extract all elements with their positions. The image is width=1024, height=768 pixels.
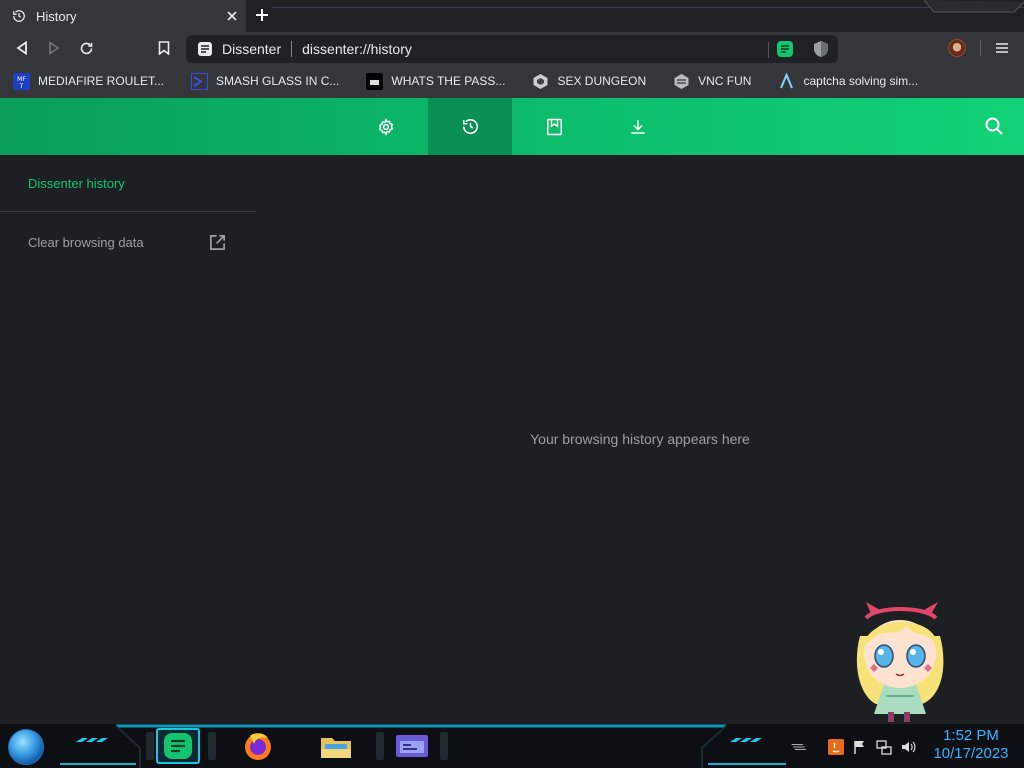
dissenter-site-icon	[198, 42, 212, 56]
address-separator	[291, 41, 293, 57]
bookmark-item[interactable]: MF T MEDIAFIRE ROULET...	[0, 64, 164, 98]
bookmark-outline-icon	[158, 41, 170, 55]
close-icon[interactable]	[224, 8, 240, 24]
tray-overflow-icon[interactable]	[790, 739, 806, 755]
dissenter-extension-icon[interactable]	[776, 40, 794, 58]
hamburger-menu-icon	[996, 43, 1008, 53]
address-bar[interactable]: Dissenter dissenter://history	[186, 35, 838, 63]
start-button[interactable]	[8, 729, 44, 765]
back-arrow-icon	[16, 41, 27, 55]
dissenter-app-icon	[164, 733, 192, 759]
forward-arrow-icon	[49, 41, 60, 55]
taskbar-app-file-explorer[interactable]	[314, 728, 358, 764]
bookmark-item[interactable]: VNC FUN	[660, 64, 751, 98]
bookmark-item[interactable]: SEX DUNGEON	[519, 64, 646, 98]
clock-date: 10/17/2023	[933, 745, 1009, 762]
download-icon	[631, 119, 645, 134]
bookmark-label: WHATS THE PASS...	[391, 74, 506, 88]
history-icon	[12, 9, 26, 23]
bookmark-item[interactable]: captcha solving sim...	[765, 64, 918, 98]
profile-avatar[interactable]	[948, 39, 966, 57]
bookmark-label: SEX DUNGEON	[557, 74, 647, 88]
window-corner-decoration	[924, 0, 1024, 13]
volume-icon[interactable]	[900, 739, 916, 755]
cartoon-girl-mascot-image	[856, 602, 944, 722]
sidebar-title-link[interactable]: Dissenter history	[28, 176, 125, 191]
vnc-icon	[673, 73, 690, 90]
bookmark-page-button[interactable]	[154, 38, 174, 58]
external-link-icon	[210, 234, 225, 250]
lambda-icon	[778, 72, 795, 90]
bookmark-item[interactable]: SMASH GLASS IN C...	[178, 64, 339, 98]
taskbar-clock[interactable]: 1:52 PM 10/17/2023	[926, 727, 1016, 763]
menu-button[interactable]	[992, 38, 1012, 58]
bookmark-label: MEDIAFIRE ROULET...	[38, 74, 165, 88]
nav-history[interactable]	[428, 98, 512, 155]
system-tray	[790, 732, 916, 762]
clear-browsing-data-label: Clear browsing data	[28, 234, 144, 250]
url-text[interactable]: dissenter://history	[302, 41, 412, 57]
bookmark-item[interactable]: WHATS THE PASS...	[353, 64, 505, 98]
forward-button[interactable]	[44, 38, 64, 58]
reload-icon	[80, 42, 92, 54]
site-name: Dissenter	[222, 41, 282, 57]
nav-bookmarks[interactable]	[512, 98, 596, 155]
mediafire-icon: MF T	[13, 72, 30, 90]
tabstrip-accent-line	[272, 7, 1024, 8]
gear-icon	[378, 117, 394, 136]
history-icon	[462, 119, 478, 135]
bookmark-label: captcha solving sim...	[803, 74, 919, 88]
new-tab-button[interactable]	[251, 4, 273, 26]
nav-settings[interactable]	[344, 98, 428, 155]
nav-downloads[interactable]	[596, 98, 680, 155]
network-icon[interactable]	[876, 739, 892, 755]
extensions-separator	[768, 42, 769, 58]
tab-title: History	[36, 8, 77, 24]
chevron-icon	[191, 72, 209, 90]
browser-toolbar: Dissenter dissenter://history	[0, 32, 1024, 64]
firefox-icon	[245, 733, 271, 760]
reload-button[interactable]	[76, 38, 96, 58]
back-button[interactable]	[12, 38, 32, 58]
bookmarks-bar: MF T MEDIAFIRE ROULET... SMASH GLASS IN C…	[0, 64, 1024, 98]
app-window-icon	[396, 735, 428, 757]
toolbar-divider	[980, 40, 981, 56]
empty-history-message: Your browsing history appears here	[530, 431, 750, 447]
clear-browsing-data-link[interactable]: Clear browsing data	[28, 232, 226, 252]
svg-text:T: T	[19, 83, 24, 90]
action-center-flag-icon[interactable]	[852, 739, 868, 755]
folder-icon	[321, 738, 351, 758]
clock-time: 1:52 PM	[943, 727, 999, 744]
sidebar-divider	[0, 211, 256, 212]
history-sidebar: Dissenter history Clear browsing data	[0, 155, 256, 715]
shield-icon[interactable]	[812, 40, 830, 58]
taskbar-app-firefox[interactable]	[236, 728, 280, 764]
windows-taskbar: 1:52 PM 10/17/2023	[0, 724, 1024, 768]
history-page-header	[0, 98, 1024, 155]
bookmark-label: VNC FUN	[698, 74, 752, 88]
svg-text:MF: MF	[17, 76, 26, 83]
taskbar-app-window[interactable]	[390, 728, 434, 764]
taskbar-app-dissenter[interactable]	[156, 728, 200, 764]
tab-strip: History	[0, 0, 1024, 32]
bookmark-label: SMASH GLASS IN C...	[216, 74, 340, 88]
bookmark-icon	[546, 118, 562, 135]
dungeon-icon	[532, 73, 549, 90]
java-update-icon[interactable]	[828, 739, 844, 755]
terminal-icon	[366, 72, 384, 90]
tab-history[interactable]: History	[0, 0, 246, 32]
search-icon[interactable]	[984, 116, 1004, 136]
